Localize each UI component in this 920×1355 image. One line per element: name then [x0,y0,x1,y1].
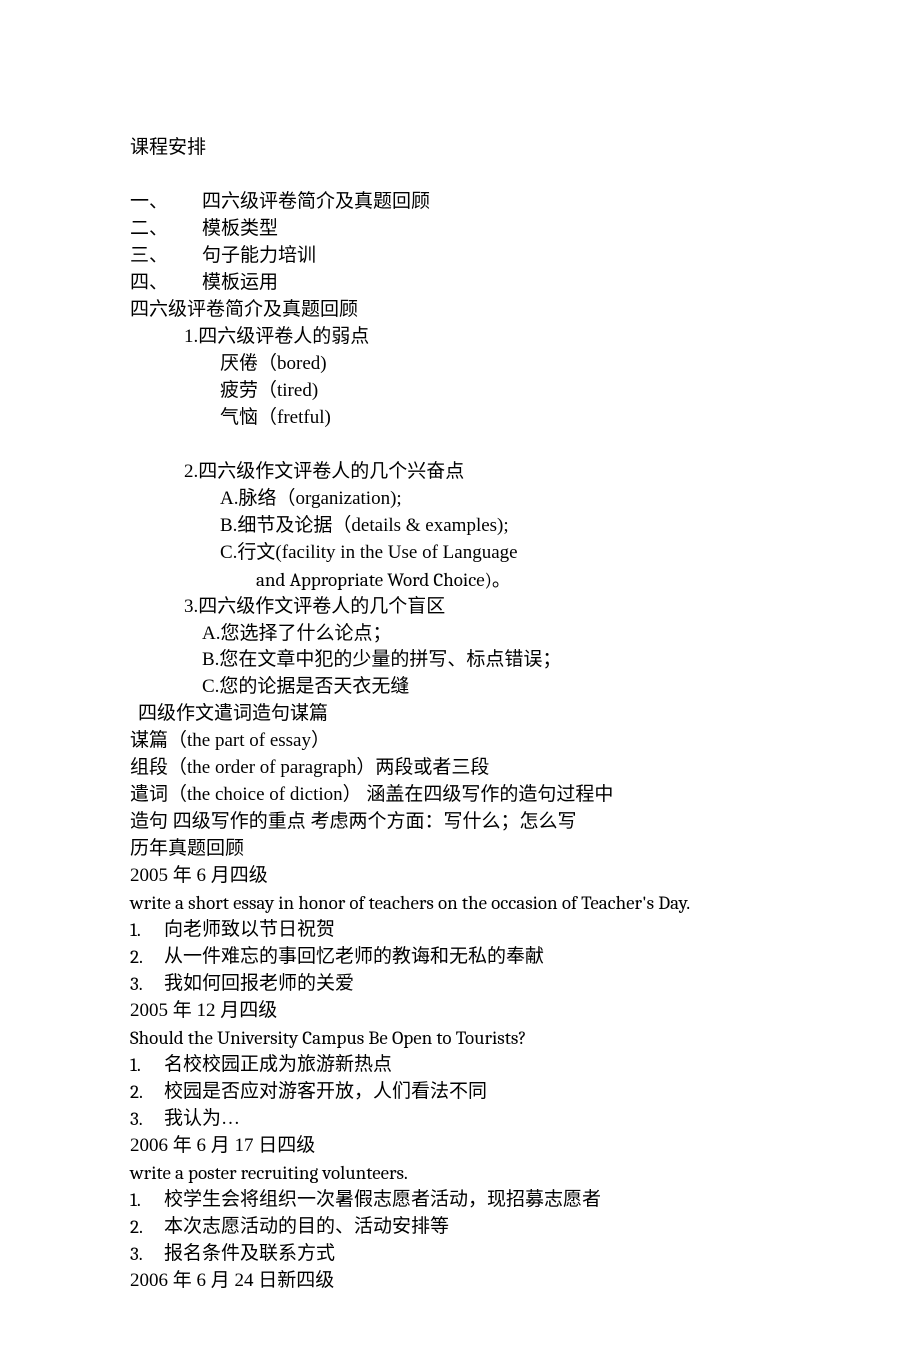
list-num: 1. [130,1052,164,1079]
point-item: B.您在文章中犯的少量的拼写、标点错误； [202,647,790,674]
spacer [130,432,790,459]
exam-date: 2006 年 6 月 17 日四级 [130,1133,790,1160]
list-num: 2. [130,944,164,971]
list-num: 3. [130,1241,164,1268]
point-heading: 1.四六级评卷人的弱点 [184,324,790,351]
point-item: 厌倦（bored) [220,351,790,378]
outline-num: 四、 [130,270,202,297]
outline-text: 模板运用 [202,270,278,297]
body-line: 造句 四级写作的重点 考虑两个方面：写什么；怎么写 [130,809,790,836]
list-item: 2.本次志愿活动的目的、活动安排等 [130,1214,790,1241]
page-title: 课程安排 [130,135,790,162]
point-item: B.细节及论据（details & examples); [220,513,790,540]
list-text: 名校校园正成为旅游新热点 [164,1052,392,1079]
point-item: C.行文(facility in the Use of Language [220,540,790,567]
body-line: 遣词（the choice of diction） 涵盖在四级写作的造句过程中 [130,782,790,809]
list-item: 3.我如何回报老师的关爱 [130,971,790,998]
document-page: 课程安排 一、 四六级评卷简介及真题回顾 二、 模板类型 三、 句子能力培训 四… [0,0,920,1355]
outline-text: 句子能力培训 [202,243,316,270]
point-item-cont: and Appropriate Word Choice)。 [256,567,790,594]
list-item: 2.校园是否应对游客开放，人们看法不同 [130,1079,790,1106]
list-text: 我认为… [164,1106,240,1133]
outline-text: 模板类型 [202,216,278,243]
outline-num: 二、 [130,216,202,243]
exam-date: 2006 年 6 月 24 日新四级 [130,1268,790,1295]
outline-num: 三、 [130,243,202,270]
exam-prompt: Should the University Campus Be Open to … [130,1025,790,1052]
list-item: 3.报名条件及联系方式 [130,1241,790,1268]
outline-item-3: 三、 句子能力培训 [130,243,790,270]
list-num: 3. [130,1106,164,1133]
point-item: A.您选择了什么论点； [202,621,790,648]
section-heading: 四级作文遣词造句谋篇 [138,701,790,728]
list-num: 1. [130,917,164,944]
list-text: 从一件难忘的事回忆老师的教诲和无私的奉献 [164,944,544,971]
list-text: 向老师致以节日祝贺 [164,917,335,944]
list-num: 2. [130,1079,164,1106]
list-text: 我如何回报老师的关爱 [164,971,354,998]
point-item: 疲劳（tired) [220,378,790,405]
section-heading: 四六级评卷简介及真题回顾 [130,297,790,324]
point-item: C.您的论据是否天衣无缝 [202,674,790,701]
list-num: 3. [130,971,164,998]
list-item: 2.从一件难忘的事回忆老师的教诲和无私的奉献 [130,944,790,971]
point-heading: 3.四六级作文评卷人的几个盲区 [184,594,790,621]
outline-text: 四六级评卷简介及真题回顾 [202,189,430,216]
list-num: 1. [130,1187,164,1214]
list-text: 校学生会将组织一次暑假志愿者活动，现招募志愿者 [164,1187,601,1214]
body-line: 谋篇（the part of essay） [130,728,790,755]
section-heading: 历年真题回顾 [130,836,790,863]
list-item: 1.名校校园正成为旅游新热点 [130,1052,790,1079]
point-item: A.脉络（organization); [220,486,790,513]
list-text: 报名条件及联系方式 [164,1241,335,1268]
point-item: 气恼（fretful) [220,405,790,432]
exam-prompt: write a short essay in honor of teachers… [130,890,790,917]
list-text: 本次志愿活动的目的、活动安排等 [164,1214,449,1241]
body-line: 组段（the order of paragraph）两段或者三段 [130,755,790,782]
point-heading: 2.四六级作文评卷人的几个兴奋点 [184,459,790,486]
exam-date: 2005 年 6 月四级 [130,863,790,890]
outline-item-4: 四、 模板运用 [130,270,790,297]
list-item: 1.校学生会将组织一次暑假志愿者活动，现招募志愿者 [130,1187,790,1214]
outline-item-1: 一、 四六级评卷简介及真题回顾 [130,189,790,216]
list-item: 1.向老师致以节日祝贺 [130,917,790,944]
exam-prompt: write a poster recruiting volunteers. [130,1160,790,1187]
list-num: 2. [130,1214,164,1241]
list-item: 3.我认为… [130,1106,790,1133]
outline-num: 一、 [130,189,202,216]
outline-item-2: 二、 模板类型 [130,216,790,243]
list-text: 校园是否应对游客开放，人们看法不同 [164,1079,487,1106]
exam-date: 2005 年 12 月四级 [130,998,790,1025]
